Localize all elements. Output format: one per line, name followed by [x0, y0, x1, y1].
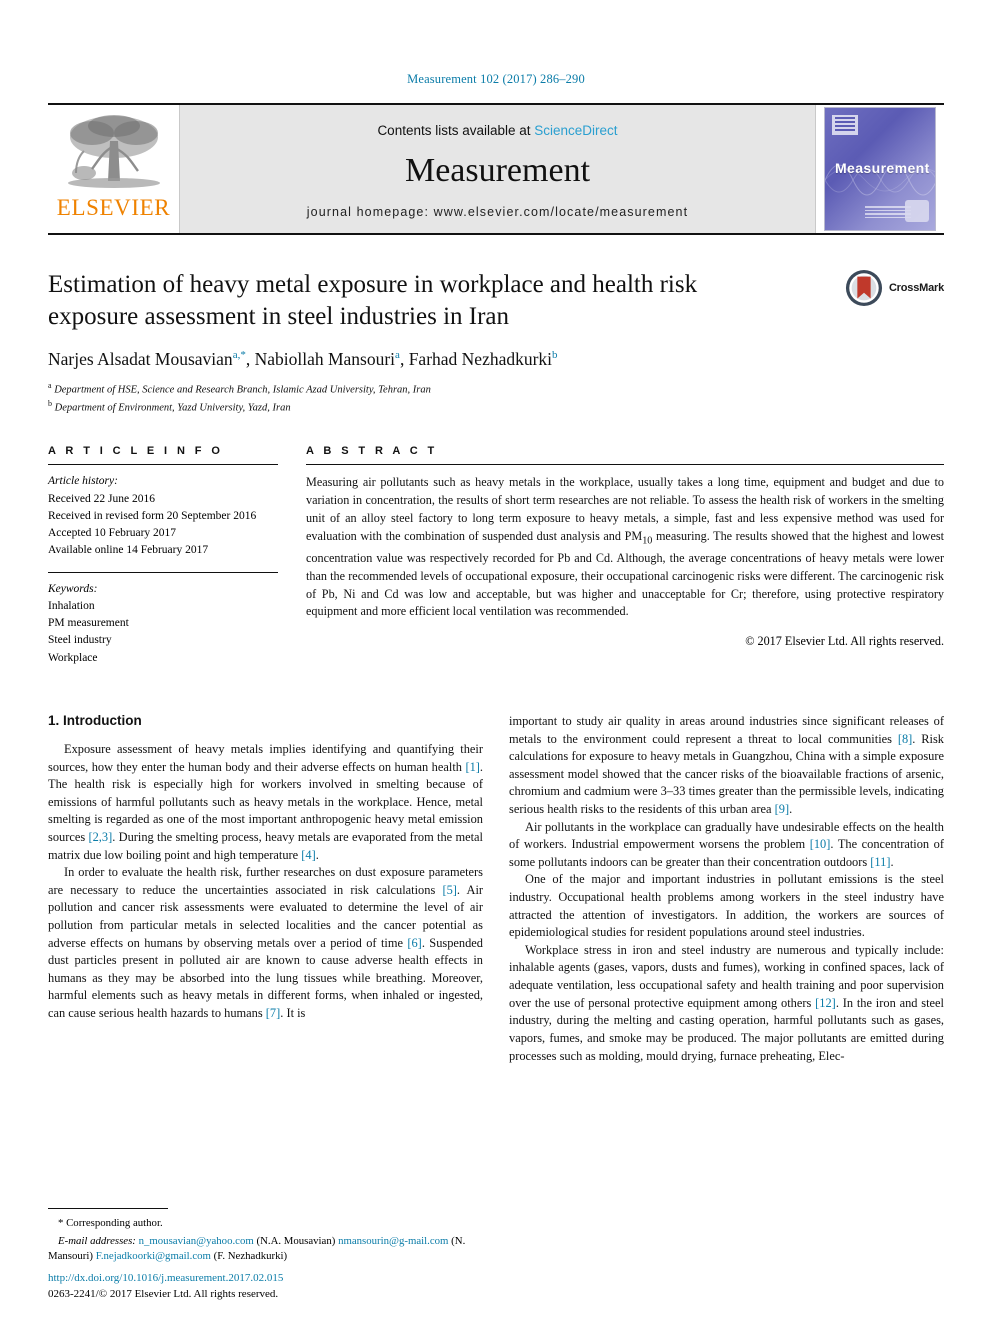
- history-item: Received 22 June 2016: [48, 492, 155, 505]
- article-info-heading: A R T I C L E I N F O: [48, 445, 224, 458]
- corresponding-author-footnote: * Corresponding author. E-mail addresses…: [48, 1208, 488, 1265]
- abstract-column: A B S T R A C T Measuring air pollutants…: [306, 445, 944, 667]
- paragraph: Workplace stress in iron and steel indus…: [509, 942, 944, 1063]
- contents-prefix: Contents lists available at: [377, 122, 535, 138]
- citation-link[interactable]: [12]: [815, 996, 836, 1010]
- pm-label: PM: [624, 529, 643, 544]
- page-title: Estimation of heavy metal exposure in wo…: [48, 271, 698, 330]
- email-owner: (F. Nezhadkurki): [213, 1250, 288, 1263]
- email-owner: (N.A. Mousavian): [256, 1234, 336, 1247]
- crossmark-label: CrossMark: [888, 282, 944, 294]
- masthead-center: Contents lists available at ScienceDirec…: [179, 105, 816, 233]
- email-addresses: E-mail addresses: n_mousavian@yahoo.com …: [48, 1234, 488, 1265]
- cover-wave-graphic: [825, 164, 935, 196]
- cover-publisher-badge-icon: [832, 115, 858, 135]
- affiliation-item: b Department of Environment, Yazd Univer…: [48, 398, 944, 416]
- journal-masthead: ELSEVIER Contents lists available at Sci…: [48, 103, 944, 233]
- cover-society-mark-icon: [905, 200, 929, 222]
- issn-copyright-line: 0263-2241/© 2017 Elsevier Ltd. All right…: [48, 1288, 279, 1301]
- doi-link[interactable]: http://dx.doi.org/10.1016/j.measurement.…: [48, 1272, 283, 1284]
- author-separator: ,: [399, 349, 409, 369]
- author-item: Farhad Nezhadkurkib: [409, 349, 558, 369]
- history-item: Accepted 10 February 2017: [48, 527, 177, 540]
- history-item: Available online 14 February 2017: [48, 544, 209, 557]
- corresponding-author-note: * Corresponding author.: [58, 1217, 163, 1230]
- keyword-item: Steel industry: [48, 634, 112, 647]
- contents-available-line: Contents lists available at ScienceDirec…: [377, 123, 617, 138]
- author-list: Narjes Alsadat Mousaviana,*, Nabiollah M…: [48, 349, 944, 370]
- info-abstract-block: A R T I C L E I N F O Article history: R…: [48, 445, 944, 667]
- journal-homepage[interactable]: journal homepage: www.elsevier.com/locat…: [307, 205, 688, 219]
- running-head: Measurement 102 (2017) 286–290: [407, 72, 585, 86]
- citation-link[interactable]: [1]: [465, 760, 479, 774]
- affiliation-mark: b: [48, 398, 52, 408]
- citation-link[interactable]: [2,3]: [88, 830, 112, 844]
- affiliation-text: Department of HSE, Science and Research …: [54, 384, 431, 396]
- paragraph: One of the major and important industrie…: [509, 872, 944, 940]
- citation-link[interactable]: [9]: [775, 802, 789, 816]
- email-link[interactable]: nmansourin@g-mail.com: [338, 1235, 448, 1247]
- affiliation-item: a Department of HSE, Science and Researc…: [48, 380, 944, 398]
- body-column-right: important to study air quality in areas …: [509, 713, 944, 1065]
- paragraph: important to study air quality in areas …: [509, 713, 945, 816]
- crossmark-badge[interactable]: CrossMark: [845, 269, 944, 307]
- author-marks: b: [552, 349, 558, 362]
- author-item: Narjes Alsadat Mousaviana,*: [48, 349, 246, 369]
- history-item: Received in revised form 20 September 20…: [48, 509, 257, 522]
- affiliation-mark: a: [48, 381, 52, 390]
- cover-journal-title: Measurement: [835, 160, 930, 176]
- sciencedirect-link[interactable]: ScienceDirect: [534, 123, 617, 138]
- abstract-heading: A B S T R A C T: [306, 445, 438, 458]
- crossmark-logo-icon: [845, 269, 882, 307]
- body-columns: 1. Introduction Exposure assessment of h…: [48, 713, 944, 1065]
- citation-link[interactable]: [11]: [870, 855, 890, 869]
- author-name: Farhad Nezhadkurki: [408, 349, 553, 369]
- journal-cover-thumbnail: Measurement: [816, 105, 944, 233]
- abstract-text: Measuring air pollutants such as heavy m…: [306, 475, 944, 619]
- elsevier-wordmark: ELSEVIER: [56, 195, 171, 220]
- citation-link[interactable]: [5]: [442, 883, 456, 897]
- citation-link[interactable]: [7]: [266, 1006, 280, 1020]
- article-page: Measurement 102 (2017) 286–290 ELSEVIER …: [0, 0, 992, 1323]
- document-footer: http://dx.doi.org/10.1016/j.measurement.…: [48, 1271, 508, 1303]
- article-info-column: A R T I C L E I N F O Article history: R…: [48, 445, 278, 667]
- keyword-item: Inhalation: [48, 599, 95, 612]
- keywords-label: Keywords:: [48, 582, 98, 595]
- section-heading-introduction: 1. Introduction: [48, 712, 142, 728]
- cover-art: Measurement: [824, 107, 936, 231]
- journal-title: Measurement: [404, 151, 591, 189]
- article-history-label: Article history:: [48, 475, 118, 488]
- email-link[interactable]: F.nejadkoorki@gmail.com: [96, 1250, 211, 1262]
- footnote-rule: [48, 1208, 168, 1210]
- affiliation-list: a Department of HSE, Science and Researc…: [48, 380, 944, 415]
- author-marks: a,*: [232, 349, 246, 362]
- email-label: E-mail addresses:: [58, 1234, 136, 1247]
- email-link[interactable]: n_mousavian@yahoo.com: [139, 1235, 254, 1247]
- author-name: Narjes Alsadat Mousavian: [48, 349, 233, 369]
- author-item: Nabiollah Mansouria: [255, 349, 400, 369]
- body-column-left: 1. Introduction Exposure assessment of h…: [48, 713, 483, 1065]
- author-separator: ,: [245, 349, 255, 369]
- citation-link[interactable]: [8]: [898, 732, 912, 746]
- pm-subscript: 10: [642, 535, 653, 547]
- title-block: Estimation of heavy metal exposure in wo…: [48, 235, 944, 415]
- keyword-item: Workplace: [48, 651, 98, 664]
- keywords-group: Keywords: Inhalation PM measurement Stee…: [48, 573, 278, 667]
- elsevier-tree-icon: [62, 111, 166, 195]
- abstract-copyright: © 2017 Elsevier Ltd. All rights reserved…: [745, 634, 944, 649]
- paragraph: Air pollutants in the workplace can grad…: [509, 819, 944, 869]
- paragraph: In order to evaluate the health risk, fu…: [48, 865, 484, 1021]
- affiliation-text: Department of Environment, Yazd Universi…: [54, 402, 291, 414]
- citation-link[interactable]: [6]: [407, 936, 421, 950]
- citation-link[interactable]: [10]: [810, 837, 831, 851]
- keyword-item: PM measurement: [48, 617, 129, 630]
- paragraph: Exposure assessment of heavy metals impl…: [48, 741, 483, 862]
- elsevier-logo: ELSEVIER: [48, 105, 179, 233]
- citation-link[interactable]: [4]: [301, 848, 315, 862]
- article-history: Article history: Received 22 June 2016 R…: [48, 465, 278, 559]
- author-name: Nabiollah Mansouri: [254, 349, 396, 369]
